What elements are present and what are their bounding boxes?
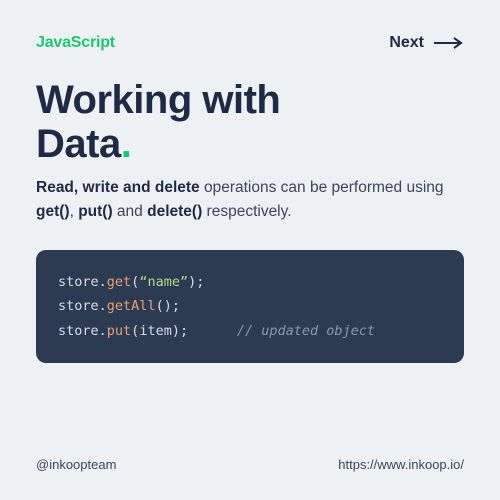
next-label: Next: [389, 34, 424, 52]
code-object: store: [58, 298, 99, 314]
code-block: store.get(“name”);store.getAll();store.p…: [36, 250, 464, 363]
code-rparen: ): [172, 323, 180, 339]
code-lparen: (: [156, 298, 164, 314]
desc-m2: put(): [78, 203, 112, 220]
code-method: getAll: [107, 298, 156, 314]
title-line1: Working with: [36, 78, 280, 122]
social-handle: @inkoopteam: [36, 457, 116, 472]
code-dot: .: [99, 323, 107, 339]
desc-seg3: and: [113, 203, 147, 220]
code-dot: .: [99, 274, 107, 290]
arrow-right-icon: [434, 37, 464, 49]
code-comment: // updated object: [237, 323, 375, 339]
desc-lead: Read, write and delete: [36, 179, 200, 196]
desc-seg4: respectively.: [202, 203, 291, 220]
desc-m3: delete(): [147, 203, 202, 220]
site-url: https://www.inkoop.io/: [338, 457, 464, 472]
desc-seg1: operations can be performed using: [200, 179, 444, 196]
code-line: store.get(“name”);: [58, 270, 442, 294]
code-line: store.getAll();: [58, 294, 442, 318]
code-rparen: ): [188, 274, 196, 290]
code-method: put: [107, 323, 131, 339]
desc-m1: get(): [36, 203, 70, 220]
page-title: Working with Data.: [36, 78, 464, 166]
description: Read, write and delete operations can be…: [36, 176, 464, 224]
code-line: store.put(item); // updated object: [58, 319, 442, 343]
title-line2: Data: [36, 122, 121, 166]
brand-label: JavaScript: [36, 34, 115, 52]
footer: @inkoopteam https://www.inkoop.io/: [36, 439, 464, 472]
code-object: store: [58, 274, 99, 290]
code-ident: item: [139, 323, 172, 339]
code-semi: ;: [172, 298, 180, 314]
code-pad: [188, 323, 237, 339]
code-rparen: ): [164, 298, 172, 314]
code-string: “name”: [139, 274, 188, 290]
header: JavaScript Next: [36, 34, 464, 52]
code-dot: .: [99, 298, 107, 314]
next-button[interactable]: Next: [389, 34, 464, 52]
code-semi: ;: [196, 274, 204, 290]
code-semi: ;: [180, 323, 188, 339]
code-object: store: [58, 323, 99, 339]
desc-seg2: ,: [70, 203, 79, 220]
title-dot: .: [121, 122, 132, 166]
code-method: get: [107, 274, 131, 290]
